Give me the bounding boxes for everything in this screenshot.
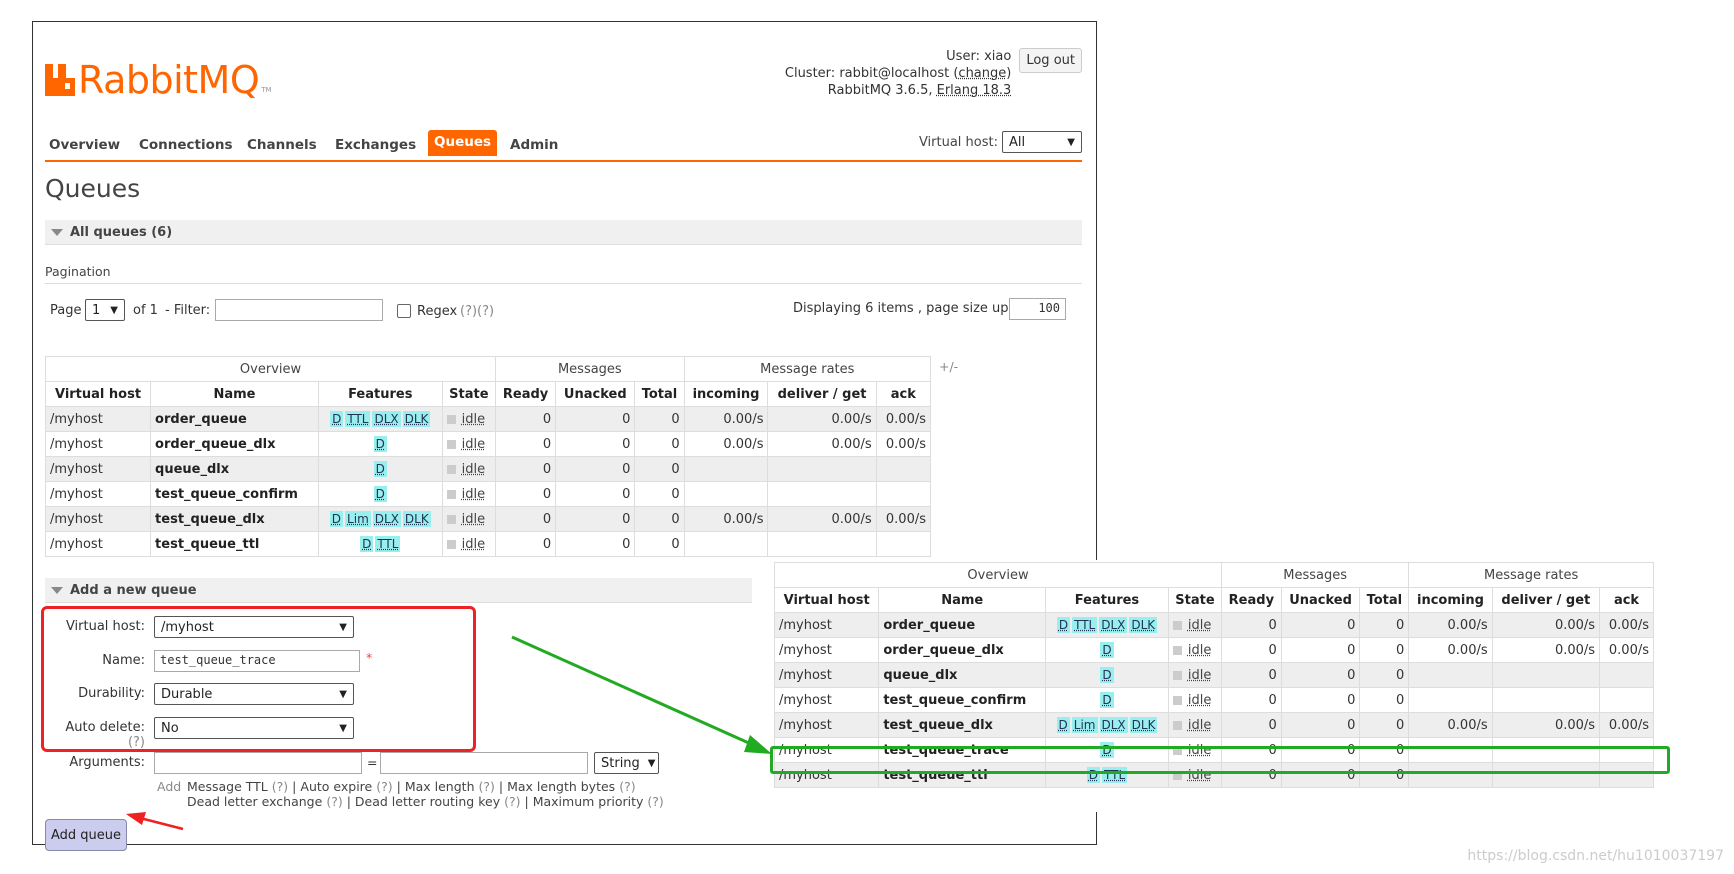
features-cell: D Lim DLX DLK: [1045, 712, 1169, 738]
state-text: idle: [1187, 717, 1212, 733]
vhost-cell: /myhost: [773, 637, 880, 663]
state-text: idle: [1187, 692, 1212, 708]
incoming-cell: [1408, 687, 1493, 713]
total-cell: 0: [1359, 637, 1410, 663]
deliver-cell: [1491, 662, 1601, 688]
ready-cell: 0: [1221, 612, 1282, 638]
state-indicator-icon: [1172, 620, 1182, 630]
ready-cell: 0: [1221, 662, 1282, 688]
unacked-cell: 0: [1280, 612, 1361, 638]
zoom-table-row: /myhost test_queue_confirm Didle 0 0 0: [773, 687, 1654, 713]
state-cell: idle: [1167, 712, 1223, 738]
queue-name-link[interactable]: queue_dlx: [878, 662, 1047, 688]
red-arrow-line: [139, 816, 184, 831]
incoming-cell: 0.00/s: [1408, 612, 1493, 638]
state-cell: idle: [1167, 612, 1223, 638]
features-cell: D: [1045, 687, 1169, 713]
ack-cell: 0.00/s: [1599, 712, 1654, 738]
zoom-group-messages: Messages: [1221, 562, 1410, 588]
total-cell: 0: [1359, 687, 1410, 713]
zoom-col-header[interactable]: Features: [1045, 587, 1169, 613]
features-cell: D: [1045, 662, 1169, 688]
deliver-cell: 0.00/s: [1491, 637, 1601, 663]
state-indicator-icon: [1172, 695, 1182, 705]
ready-cell: 0: [1221, 637, 1282, 663]
vhost-cell: /myhost: [773, 612, 880, 638]
ready-cell: 0: [1221, 712, 1282, 738]
ready-cell: 0: [1221, 687, 1282, 713]
state-cell: idle: [1167, 687, 1223, 713]
red-arrowhead-icon: [126, 812, 146, 825]
feature-tag[interactable]: D: [1100, 667, 1114, 683]
total-cell: 0: [1359, 662, 1410, 688]
zoom-col-header[interactable]: ack: [1599, 587, 1654, 613]
zoom-table-row: /myhost order_queue D TTL DLX DLK idle 0 0 0 0.00/…: [773, 612, 1654, 638]
zoomed-table-panel: Overview Messages Message rates Virtual …: [773, 560, 1662, 812]
total-cell: 0: [1359, 712, 1410, 738]
vhost-cell: /myhost: [773, 687, 880, 713]
unacked-cell: 0: [1280, 712, 1361, 738]
zoom-col-header[interactable]: deliver / get: [1491, 587, 1601, 613]
deliver-cell: 0.00/s: [1491, 612, 1601, 638]
queue-name-link[interactable]: order_queue: [878, 612, 1047, 638]
zoom-col-header[interactable]: Unacked: [1280, 587, 1361, 613]
zoom-group-message-rates: Message rates: [1408, 562, 1654, 588]
green-highlight-box: [770, 746, 1670, 774]
unacked-cell: 0: [1280, 687, 1361, 713]
incoming-cell: 0.00/s: [1408, 637, 1493, 663]
state-indicator-icon: [1172, 645, 1182, 655]
zoom-table-row: /myhost order_queue_dlx Didle 0 0 0 0.00/s 0.00…: [773, 637, 1654, 663]
zoom-col-header[interactable]: Virtual host: [773, 587, 880, 613]
feature-tag[interactable]: D: [1100, 642, 1114, 658]
feature-tag[interactable]: D: [1056, 717, 1070, 733]
incoming-cell: 0.00/s: [1408, 712, 1493, 738]
zoom-table-row: /myhost queue_dlx Didle 0 0 0: [773, 662, 1654, 688]
state-indicator-icon: [1172, 720, 1182, 730]
unacked-cell: 0: [1280, 637, 1361, 663]
ack-cell: [1599, 662, 1654, 688]
zoom-col-header[interactable]: Total: [1359, 587, 1410, 613]
state-indicator-icon: [1172, 670, 1182, 680]
green-arrowhead-icon: [744, 735, 772, 754]
zoom-col-header[interactable]: incoming: [1408, 587, 1493, 613]
deliver-cell: 0.00/s: [1491, 712, 1601, 738]
green-arrow-line: [511, 635, 761, 750]
deliver-cell: [1491, 687, 1601, 713]
state-cell: idle: [1167, 662, 1223, 688]
feature-tag[interactable]: D: [1100, 692, 1114, 708]
queue-name-link[interactable]: test_queue_dlx: [878, 712, 1047, 738]
features-cell: D TTL DLX DLK: [1045, 612, 1169, 638]
ack-cell: 0.00/s: [1599, 637, 1654, 663]
state-text: idle: [1187, 667, 1212, 683]
feature-tag[interactable]: TTL: [1072, 617, 1098, 633]
unacked-cell: 0: [1280, 662, 1361, 688]
feature-tag[interactable]: Lim: [1071, 717, 1098, 733]
ack-cell: 0.00/s: [1599, 612, 1654, 638]
feature-tag[interactable]: DLK: [1129, 617, 1158, 633]
vhost-cell: /myhost: [773, 662, 880, 688]
features-cell: D: [1045, 637, 1169, 663]
feature-tag[interactable]: DLX: [1099, 617, 1128, 633]
zoom-col-header[interactable]: Name: [878, 587, 1047, 613]
vhost-cell: /myhost: [773, 712, 880, 738]
state-text: idle: [1187, 642, 1212, 658]
feature-tag[interactable]: DLK: [1129, 717, 1158, 733]
queue-name-link[interactable]: order_queue_dlx: [878, 637, 1047, 663]
total-cell: 0: [1359, 612, 1410, 638]
ack-cell: [1599, 687, 1654, 713]
watermark: https://blog.csdn.net/hu1010037197: [1467, 848, 1724, 864]
queue-name-link[interactable]: test_queue_confirm: [878, 687, 1047, 713]
state-cell: idle: [1167, 637, 1223, 663]
zoom-group-overview: Overview: [773, 562, 1223, 588]
incoming-cell: [1408, 662, 1493, 688]
zoom-table-row: /myhost test_queue_dlx D Lim DLX DLK idle 0 0 0 0.…: [773, 712, 1654, 738]
feature-tag[interactable]: DLX: [1099, 717, 1128, 733]
feature-tag[interactable]: D: [1056, 617, 1071, 633]
zoom-col-header[interactable]: State: [1167, 587, 1223, 613]
state-text: idle: [1187, 617, 1212, 633]
zoom-col-header[interactable]: Ready: [1221, 587, 1282, 613]
